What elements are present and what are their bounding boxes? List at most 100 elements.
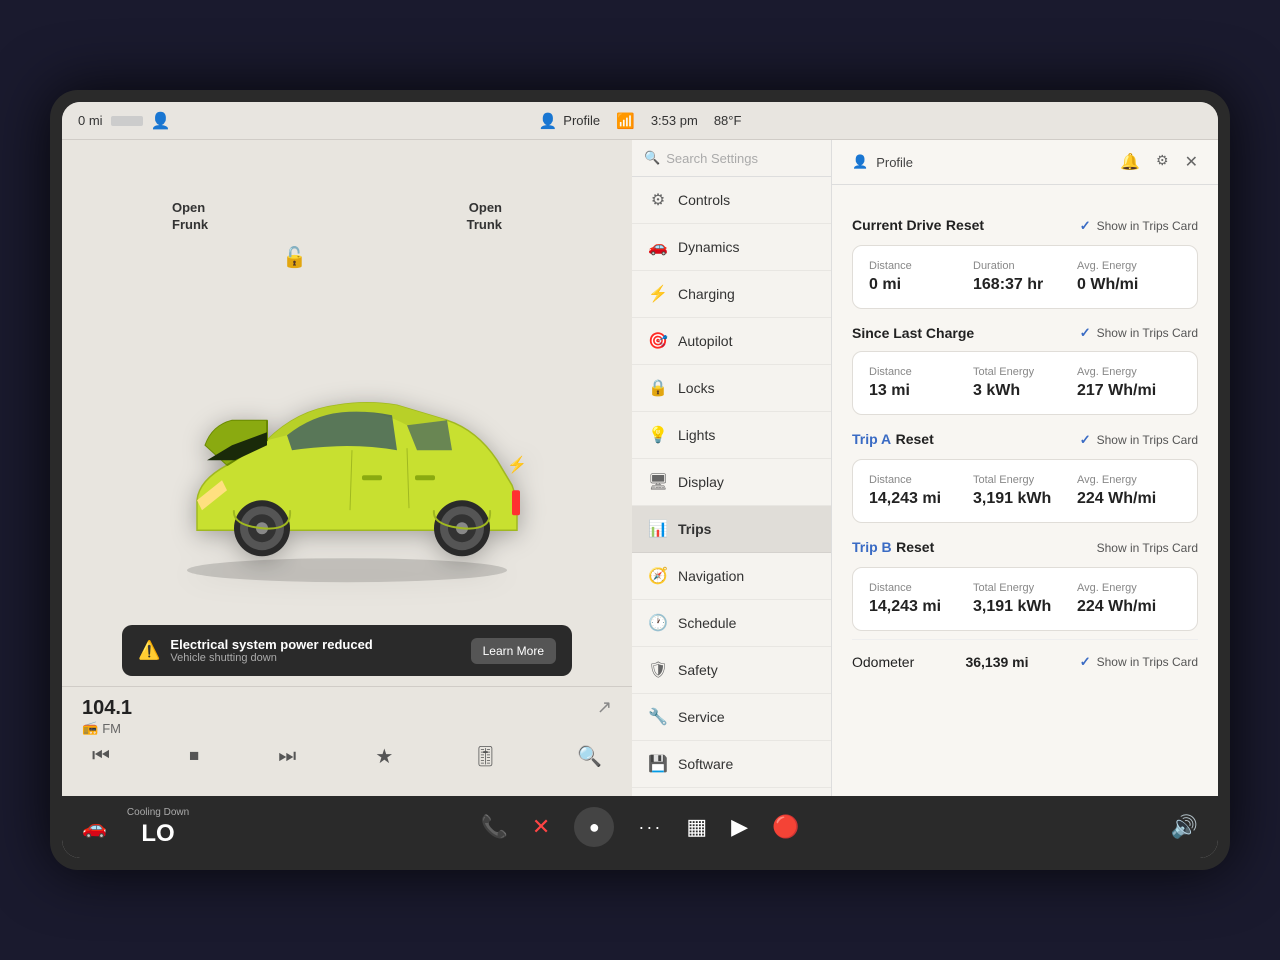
tb-total-label: Total Energy	[973, 582, 1077, 594]
trip-b-reset[interactable]: Reset	[896, 539, 934, 555]
menu-item-trips[interactable]: 📊Trips	[632, 506, 831, 553]
menu-item-display[interactable]: 🖥Display	[632, 459, 831, 506]
alert-banner: ⚠️ Electrical system power reduced Vehic…	[122, 625, 572, 676]
last-charge-trips-toggle[interactable]: ✓ Show in Trips Card	[1080, 325, 1198, 341]
distance-label: Distance	[869, 260, 973, 272]
media-expand-icon[interactable]: ↗	[597, 697, 612, 718]
menu-item-lights[interactable]: 💡Lights	[632, 412, 831, 459]
current-drive-data-row: Distance 0 mi Duration 168:37 hr Avg. En…	[869, 260, 1181, 294]
equalizer-button[interactable]: 🎚	[473, 744, 498, 769]
prev-track-button[interactable]: ⏮	[92, 745, 110, 768]
home-circle-button[interactable]: ●	[574, 807, 614, 847]
more-button[interactable]: ···	[638, 817, 662, 838]
menu-item-autopilot[interactable]: 🎯Autopilot	[632, 318, 831, 365]
menu-item-software[interactable]: 💾Software	[632, 741, 831, 788]
menu-item-dynamics[interactable]: 🚗Dynamics	[632, 224, 831, 271]
lc-avg-label: Avg. Energy	[1077, 366, 1181, 378]
lock-icon: 🔓	[282, 245, 307, 270]
tb-total-value: 3,191 kWh	[973, 598, 1077, 616]
menu-label-trips: Trips	[678, 521, 711, 537]
ta-distance-value: 14,243 mi	[869, 490, 973, 508]
last-charge-card: Distance 13 mi Total Energy 3 kWh Avg. E…	[852, 351, 1198, 415]
current-drive-distance: Distance 0 mi	[869, 260, 973, 294]
car-home-button[interactable]: 🚗	[82, 815, 107, 840]
menu-item-charging[interactable]: ⚡ Charging	[632, 271, 831, 318]
panel-profile-icon: 👤	[852, 154, 868, 170]
favorite-button[interactable]: ★	[375, 744, 393, 769]
menu-label-dynamics: Dynamics	[678, 239, 739, 255]
media-play-button[interactable]: ▶	[731, 814, 748, 840]
trip-a-data-row: Distance 14,243 mi Total Energy 3,191 kW…	[869, 474, 1181, 508]
last-charge-total-energy: Total Energy 3 kWh	[973, 366, 1077, 400]
menu-item-locks[interactable]: 🔒Locks	[632, 365, 831, 412]
profile-button[interactable]: 👤 Profile	[539, 112, 601, 130]
trip-a-total-energy: Total Energy 3,191 kWh	[973, 474, 1077, 508]
grid-button[interactable]: ▦	[686, 814, 707, 840]
open-frunk-label[interactable]: Open Frunk	[172, 200, 208, 234]
car-icon: 🚗	[82, 815, 107, 840]
trip-b-card: Distance 14,243 mi Total Energy 3,191 kW…	[852, 567, 1198, 631]
left-panel: Open Frunk Open Trunk 🔓	[62, 140, 632, 796]
media-info: 104.1 📻 FM ↗	[82, 697, 612, 736]
ta-total-label: Total Energy	[973, 474, 1077, 486]
menu-icon-charging: ⚡	[648, 284, 668, 304]
volume-icon[interactable]: 🔊	[1171, 814, 1198, 840]
search-settings-input[interactable]: 🔍 Search Settings	[644, 150, 819, 166]
bell-icon[interactable]: 🔔	[1120, 152, 1140, 172]
menu-label-charging: Charging	[678, 286, 735, 302]
trip-a-avg-energy: Avg. Energy 224 Wh/mi	[1077, 474, 1181, 508]
menu-icon-service: 🔧	[648, 707, 668, 727]
header-icons: 🔔 ⚙ ✕	[1120, 152, 1198, 172]
trip-a-header: Trip A Reset ✓ Show in Trips Card	[852, 431, 1198, 449]
main-content: Open Frunk Open Trunk 🔓	[62, 140, 1218, 796]
current-drive-energy: Avg. Energy 0 Wh/mi	[1077, 260, 1181, 294]
car-image: ⚡	[157, 330, 537, 595]
trip-a-card: Distance 14,243 mi Total Energy 3,191 kW…	[852, 459, 1198, 523]
lc-distance-value: 13 mi	[869, 382, 973, 400]
menu-item-safety[interactable]: 🛡Safety	[632, 647, 831, 694]
trip-b-avg-energy: Avg. Energy 224 Wh/mi	[1077, 582, 1181, 616]
signal-icon: 📶	[616, 112, 635, 130]
menu-item-service[interactable]: 🔧 Service	[632, 694, 831, 741]
learn-more-button[interactable]: Learn More	[471, 638, 556, 664]
climate-button[interactable]: Cooling Down LO	[127, 807, 189, 848]
menu-label-autopilot: Autopilot	[678, 333, 732, 349]
panel-header: 👤 Profile 🔔 ⚙ ✕	[832, 140, 1218, 185]
menu-label-software: Software	[678, 756, 733, 772]
phone-button[interactable]: 📞	[481, 814, 508, 840]
settings-icon[interactable]: ⚙	[1156, 152, 1169, 172]
menu-label-locks: Locks	[678, 380, 715, 396]
stop-button[interactable]: ⏹	[189, 745, 199, 768]
trip-b-trips-toggle[interactable]: Show in Trips Card	[1097, 541, 1198, 555]
current-drive-reset[interactable]: Reset	[946, 217, 984, 233]
alert-button[interactable]: 🔴	[772, 814, 799, 840]
trip-b-title: Trip B	[852, 539, 892, 555]
open-trunk-label[interactable]: Open Trunk	[467, 200, 502, 234]
ta-avg-label: Avg. Energy	[1077, 474, 1181, 486]
next-track-button[interactable]: ⏭	[278, 745, 296, 768]
trip-b-total-energy: Total Energy 3,191 kWh	[973, 582, 1077, 616]
current-drive-check: ✓	[1080, 218, 1091, 234]
menu-label-navigation: Navigation	[678, 568, 744, 584]
media-button[interactable]: ✕	[532, 814, 550, 840]
search-media-button[interactable]: 🔍	[577, 744, 602, 769]
alert-title: Electrical system power reduced	[170, 637, 460, 652]
current-drive-trips-toggle[interactable]: ✓ Show in Trips Card	[1080, 218, 1198, 234]
ta-avg-value: 224 Wh/mi	[1077, 490, 1181, 508]
media-bar: 104.1 📻 FM ↗ ⏮ ⏹ ⏭	[62, 686, 632, 796]
last-charge-distance: Distance 13 mi	[869, 366, 973, 400]
last-charge-title: Since Last Charge	[852, 325, 974, 341]
taskbar-center: 📞 ✕ ● ··· ▦ ▶ 🔴	[454, 807, 826, 847]
menu-item-navigation[interactable]: 🧭Navigation	[632, 553, 831, 600]
car-bezel: 0 mi 👤 👤 Profile 📶 3:53 pm 88°F	[50, 90, 1230, 870]
menu-item-controls[interactable]: ⚙Controls	[632, 177, 831, 224]
trip-a-reset[interactable]: Reset	[896, 431, 934, 447]
lc-distance-label: Distance	[869, 366, 973, 378]
close-icon[interactable]: ✕	[1185, 152, 1198, 172]
odometer-trips-toggle[interactable]: ✓ Show in Trips Card	[1080, 654, 1198, 670]
panel-profile-button[interactable]: 👤 Profile	[852, 154, 913, 170]
trip-a-distance: Distance 14,243 mi	[869, 474, 973, 508]
menu-item-schedule[interactable]: 🕐Schedule	[632, 600, 831, 647]
menu-label-service: Service	[678, 709, 725, 725]
trip-a-trips-toggle[interactable]: ✓ Show in Trips Card	[1080, 432, 1198, 448]
